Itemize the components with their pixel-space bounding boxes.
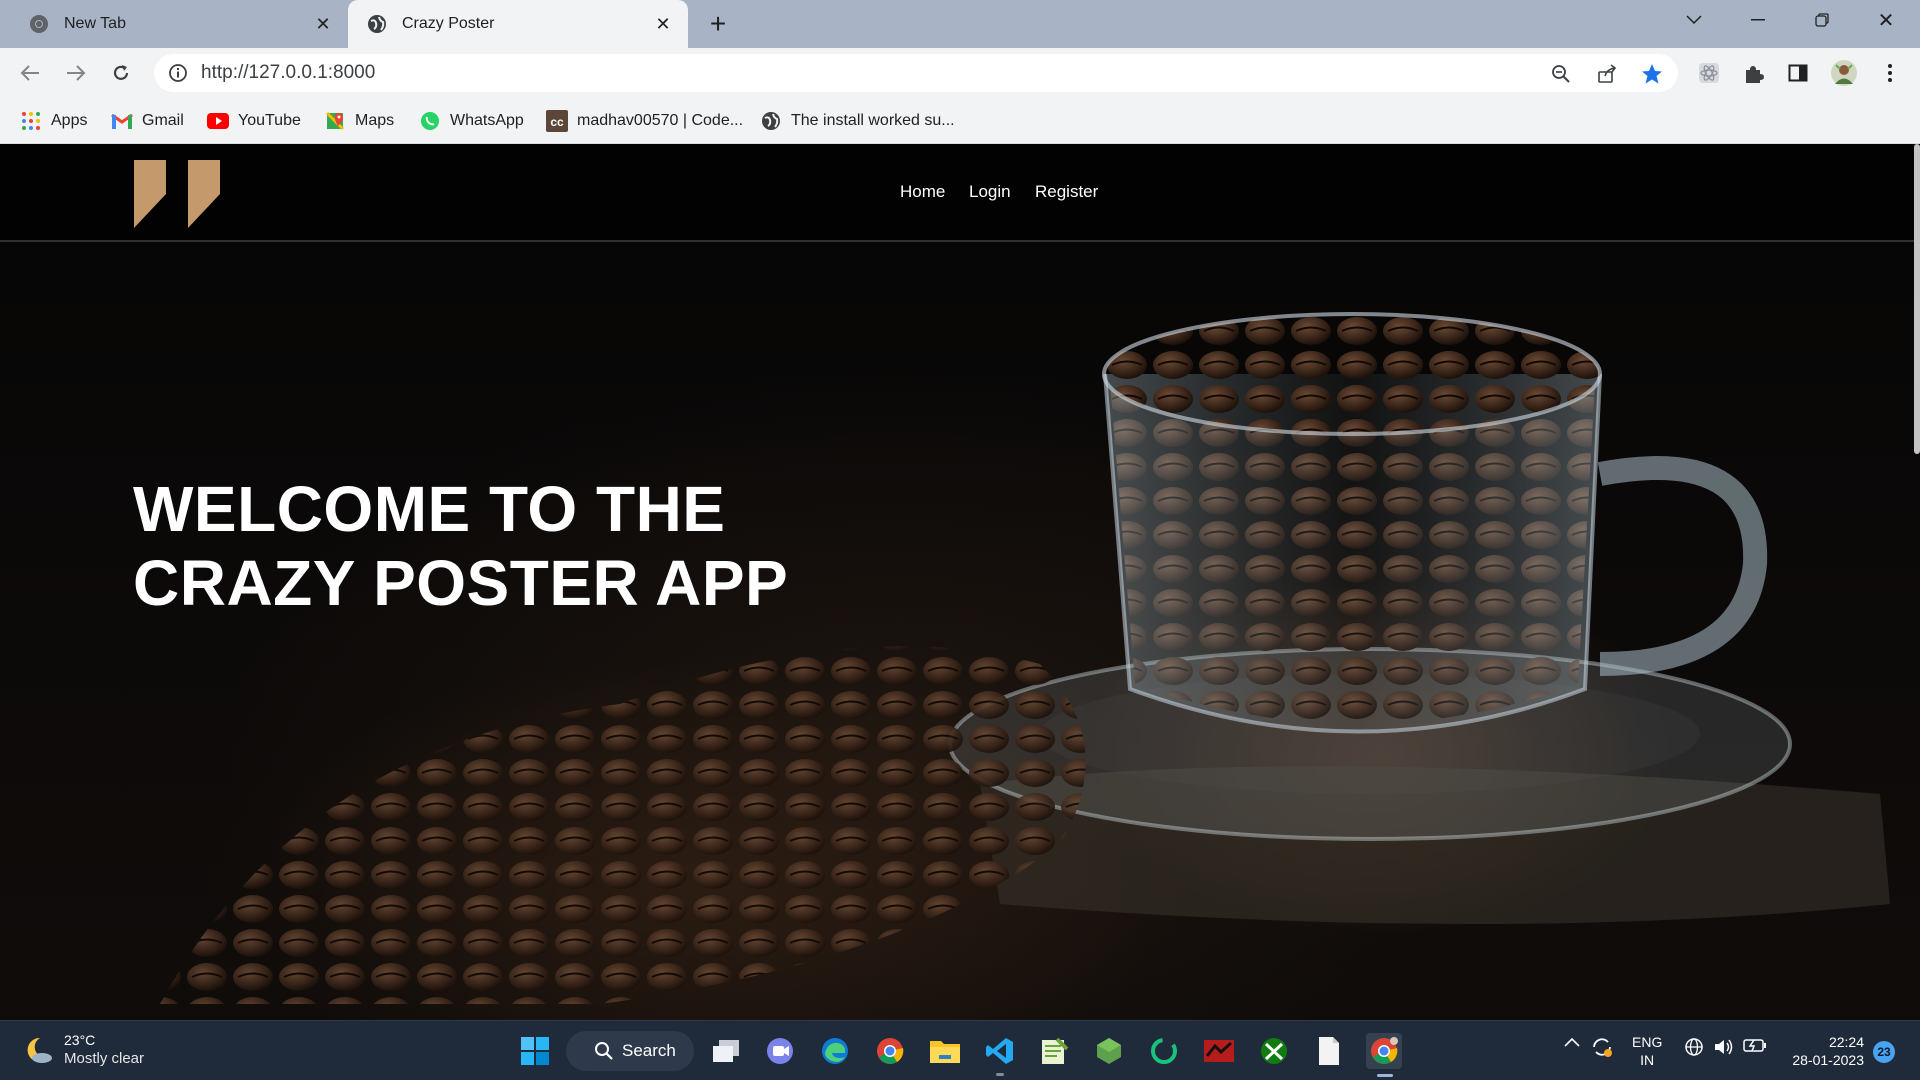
share-icon[interactable] (1596, 63, 1618, 85)
chrome-active-taskbar-icon[interactable] (1366, 1033, 1402, 1069)
codechef-icon: cc (546, 110, 568, 132)
restore-icon[interactable] (1790, 0, 1854, 40)
moon-cloud-icon (27, 1037, 52, 1063)
side-panel-icon[interactable] (1786, 61, 1810, 85)
search-icon (595, 1042, 613, 1060)
xbox-icon[interactable] (1256, 1033, 1292, 1069)
vscode-icon[interactable] (982, 1033, 1018, 1069)
clock-date: 28-01-2023 (1792, 1052, 1864, 1068)
circular-app-icon[interactable] (1146, 1033, 1182, 1069)
clock-time: 22:24 (1828, 1034, 1864, 1050)
bookmark-maps[interactable]: Maps (324, 107, 394, 135)
apps-grid-icon (20, 110, 42, 132)
system-clock[interactable]: 22:24 28-01-2023 (1780, 1033, 1864, 1069)
task-view-icon[interactable] (708, 1033, 744, 1069)
close-tab-icon[interactable]: ✕ (652, 13, 674, 35)
nav-register-link[interactable]: Register (1035, 182, 1098, 202)
page-scrollbar[interactable] (1914, 144, 1920, 454)
search-label: Search (622, 1041, 676, 1060)
chrome-icon (28, 13, 50, 35)
file-explorer-icon[interactable] (927, 1033, 963, 1069)
chrome-taskbar-icon[interactable] (872, 1033, 908, 1069)
region-code: IN (1640, 1052, 1655, 1068)
bookmark-django-install[interactable]: The install worked su... (760, 107, 955, 135)
bookmark-gmail[interactable]: Gmail (111, 107, 184, 135)
globe-icon (760, 110, 782, 132)
nodejs-icon[interactable] (1091, 1033, 1127, 1069)
tab-title: New Tab (64, 15, 126, 32)
weather-description: Mostly clear (64, 1050, 145, 1067)
bookmark-label: WhatsApp (450, 112, 524, 129)
bookmark-codechef[interactable]: cc madhav00570 | Code... (546, 107, 743, 135)
tab-search-icon[interactable] (1662, 0, 1726, 40)
close-tab-icon[interactable]: ✕ (312, 13, 334, 35)
teams-chat-icon[interactable] (762, 1033, 798, 1069)
forward-icon[interactable] (58, 55, 94, 91)
bookmark-label: Gmail (142, 112, 184, 129)
bookmark-youtube[interactable]: YouTube (207, 107, 301, 135)
weather-widget[interactable]: 23°C Mostly clear (22, 1031, 144, 1068)
tab-strip: New Tab ✕ Crazy Poster ✕ + ✕ (0, 0, 1920, 48)
show-hidden-icons-chevron[interactable] (1564, 1037, 1580, 1047)
close-window-icon[interactable]: ✕ (1854, 0, 1918, 40)
new-tab-button[interactable]: + (702, 9, 734, 41)
language-indicator[interactable]: ENG IN (1632, 1033, 1662, 1069)
extensions-puzzle-icon[interactable] (1742, 61, 1766, 85)
red-app-icon[interactable] (1201, 1033, 1237, 1069)
windows-start-icon[interactable] (517, 1033, 553, 1069)
running-app-indicator (996, 1073, 1004, 1076)
bookmark-star-icon[interactable] (1641, 63, 1663, 85)
svg-text:cc: cc (550, 115, 564, 129)
address-bar[interactable]: http://127.0.0.1:8000 (154, 54, 1678, 92)
reload-icon[interactable] (103, 55, 139, 91)
gmail-icon (111, 110, 133, 132)
profile-avatar[interactable] (1830, 59, 1858, 87)
active-app-indicator (1377, 1074, 1393, 1077)
bookmark-whatsapp[interactable]: WhatsApp (419, 107, 524, 135)
weather-temperature: 23°C (64, 1032, 96, 1048)
minimize-icon[interactable] (1726, 0, 1790, 40)
maps-icon (324, 110, 346, 132)
url-text: http://127.0.0.1:8000 (201, 62, 376, 83)
menu-kebab-icon[interactable] (1878, 61, 1902, 85)
site-info-icon[interactable] (168, 63, 188, 83)
site-logo[interactable] (132, 160, 222, 228)
notification-badge[interactable]: 23 (1873, 1041, 1895, 1063)
bookmark-label: madhav00570 | Code... (577, 112, 744, 129)
tab-title: Crazy Poster (402, 15, 495, 32)
language-code: ENG (1632, 1034, 1663, 1050)
hero-title: WELCOME TO THE CRAZY POSTER APP (133, 473, 789, 619)
site-navbar: Home Login Register (0, 144, 1920, 242)
youtube-icon (207, 110, 229, 132)
bookmark-label: YouTube (238, 112, 301, 129)
browser-toolbar: http://127.0.0.1:8000 (0, 48, 1920, 98)
network-globe-icon[interactable] (1684, 1037, 1704, 1057)
tab-crazy-poster[interactable]: Crazy Poster ✕ (348, 0, 688, 48)
volume-icon[interactable] (1713, 1037, 1735, 1057)
bookmarks-bar: Apps Gmail YouTube Maps WhatsApp cc madh… (0, 98, 1920, 144)
bookmark-label: The install worked su... (791, 112, 955, 129)
whatsapp-icon (419, 110, 441, 132)
tab-new-tab[interactable]: New Tab ✕ (0, 0, 348, 48)
bookmark-label: Apps (51, 112, 88, 129)
globe-icon (366, 13, 388, 35)
bookmark-label: Maps (355, 112, 395, 129)
sync-icon[interactable] (1590, 1035, 1614, 1059)
bookmark-apps[interactable]: Apps (20, 107, 87, 135)
nav-home-link[interactable]: Home (900, 182, 945, 202)
back-icon[interactable] (12, 55, 48, 91)
zoom-icon[interactable] (1550, 63, 1572, 85)
nav-login-link[interactable]: Login (969, 182, 1011, 202)
page-viewport: Home Login Register WELCOME TO THE CRAZY… (0, 144, 1920, 1020)
taskbar-search-button[interactable]: Search (566, 1031, 694, 1071)
notepad-plus-icon[interactable] (1036, 1033, 1072, 1069)
edge-icon[interactable] (817, 1033, 853, 1069)
react-devtools-icon[interactable] (1697, 61, 1721, 85)
battery-icon[interactable] (1743, 1037, 1767, 1053)
notepad-icon[interactable] (1311, 1033, 1347, 1069)
windows-taskbar: 23°C Mostly clear Search ENG IN 22:24 28… (0, 1020, 1920, 1080)
